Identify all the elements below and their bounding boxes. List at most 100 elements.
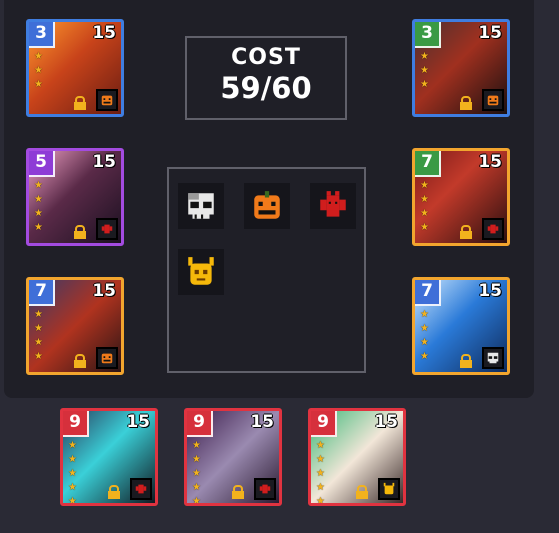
cost-badge: 7 [415, 280, 441, 306]
bat-icon [259, 484, 271, 494]
lock-icon[interactable] [459, 354, 473, 368]
cost-badge: 3 [415, 22, 441, 48]
trait-badge [378, 478, 400, 500]
star-icon: ★ [68, 468, 77, 479]
level-label: 15 [478, 281, 502, 301]
level-label: 15 [478, 23, 502, 43]
pumpkin-icon [101, 353, 113, 364]
star-icon: ★ [420, 180, 429, 191]
star-column: ★ ★ ★ ★ [34, 181, 44, 233]
trait-demon[interactable] [178, 249, 224, 295]
lock-icon[interactable] [107, 485, 121, 499]
star-icon: ★ [34, 51, 43, 62]
active-traits-box [167, 167, 366, 373]
cost-badge: 7 [415, 151, 441, 177]
unit-card[interactable]: 3 15 ★ ★ ★ [412, 19, 510, 117]
star-icon: ★ [420, 337, 429, 348]
star-icon: ★ [68, 454, 77, 465]
star-icon: ★ [34, 194, 43, 205]
unit-card[interactable]: 3 15 ★ ★ ★ [26, 19, 124, 117]
star-column: ★ ★ ★ ★ ★ [68, 441, 78, 506]
cost-badge: 9 [63, 411, 89, 437]
trait-badge [482, 218, 504, 240]
level-label: 15 [92, 23, 116, 43]
star-icon: ★ [192, 482, 201, 493]
unit-card[interactable]: 7 15 ★ ★ ★ ★ [412, 277, 510, 375]
star-column: ★ ★ ★ ★ [420, 181, 430, 233]
bench-unit-card[interactable]: 9 15 ★ ★ ★ ★ ★ [308, 408, 406, 506]
star-column: ★ ★ ★ ★ ★ [192, 440, 202, 506]
star-icon: ★ [420, 222, 429, 233]
star-column: ★ ★ ★ ★ [34, 310, 44, 362]
bench-unit-card[interactable]: 9 15 ★ ★ ★ ★ ★ [184, 408, 282, 506]
cost-badge: 9 [311, 411, 337, 437]
bench-unit-card[interactable]: 9 15 ★ ★ ★ ★ ★ [60, 408, 158, 506]
level-label: 15 [374, 412, 398, 432]
star-icon: ★ [420, 208, 429, 219]
lock-icon[interactable] [73, 96, 87, 110]
trait-skull[interactable] [178, 183, 224, 229]
star-icon: ★ [316, 482, 325, 493]
star-icon: ★ [34, 351, 43, 362]
star-icon: ★ [34, 323, 43, 334]
demon-icon [383, 482, 395, 495]
cost-badge: 3 [29, 22, 55, 48]
star-icon: ★ [34, 180, 43, 191]
level-label: 15 [92, 152, 116, 172]
trait-badge [130, 478, 152, 500]
star-icon: ★ [68, 496, 77, 506]
cost-value: 59/60 [220, 71, 312, 105]
bat-icon [101, 224, 113, 234]
cost-badge: 5 [29, 151, 55, 177]
cost-box: COST 59/60 [185, 36, 347, 120]
star-icon: ★ [420, 351, 429, 362]
star-icon: ★ [34, 337, 43, 348]
star-icon: ★ [34, 208, 43, 219]
level-label: 15 [478, 152, 502, 172]
cost-title: COST [231, 45, 301, 70]
trait-bat[interactable] [310, 183, 356, 229]
skull-icon [487, 352, 499, 364]
star-icon: ★ [420, 79, 429, 90]
star-icon: ★ [34, 79, 43, 90]
star-icon: ★ [192, 454, 201, 465]
star-icon: ★ [420, 309, 429, 320]
star-icon: ★ [68, 482, 77, 493]
level-label: 15 [92, 281, 116, 301]
level-label: 15 [126, 412, 150, 432]
trait-badge [96, 347, 118, 369]
star-column: ★ ★ ★ ★ [420, 310, 430, 362]
lock-icon[interactable] [355, 485, 369, 499]
bat-icon [135, 484, 147, 494]
lock-icon[interactable] [459, 225, 473, 239]
trait-badge [96, 89, 118, 111]
star-column: ★ ★ ★ ★ ★ [316, 441, 326, 506]
cost-badge: 9 [187, 411, 213, 437]
star-icon: ★ [420, 194, 429, 205]
star-icon: ★ [420, 51, 429, 62]
star-icon: ★ [420, 323, 429, 334]
unit-card[interactable]: 7 15 ★ ★ ★ ★ [412, 148, 510, 246]
star-column: ★ ★ ★ [420, 52, 430, 90]
star-icon: ★ [316, 468, 325, 479]
star-icon: ★ [192, 440, 201, 451]
trait-badge [96, 218, 118, 240]
lock-icon[interactable] [231, 485, 245, 499]
star-icon: ★ [316, 496, 325, 506]
demon-icon [188, 257, 214, 285]
pumpkin-icon [254, 191, 280, 219]
lock-icon[interactable] [73, 225, 87, 239]
cost-badge: 7 [29, 280, 55, 306]
level-label: 15 [250, 412, 274, 432]
star-column: ★ ★ ★ [34, 52, 44, 90]
pumpkin-icon [101, 95, 113, 106]
skull-icon [188, 193, 214, 219]
lock-icon[interactable] [73, 354, 87, 368]
trait-pumpkin[interactable] [244, 183, 290, 229]
unit-card[interactable]: 7 15 ★ ★ ★ ★ [26, 277, 124, 375]
trait-badge [482, 89, 504, 111]
bat-icon [320, 191, 346, 217]
lock-icon[interactable] [459, 96, 473, 110]
star-icon: ★ [192, 496, 201, 506]
unit-card[interactable]: 5 15 ★ ★ ★ ★ [26, 148, 124, 246]
